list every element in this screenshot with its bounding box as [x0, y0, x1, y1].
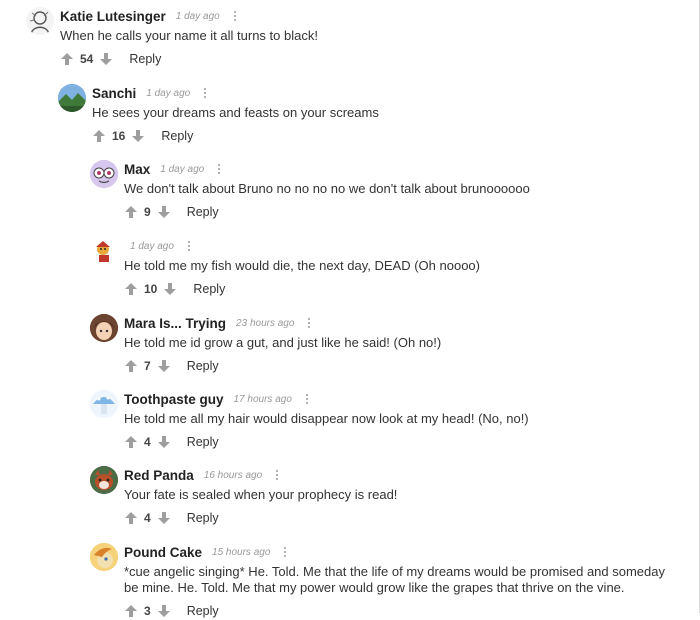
upvote-icon[interactable] [124, 205, 138, 219]
comment-text: He told me id grow a gut, and just like … [124, 335, 442, 350]
comment-author[interactable]: Sanchi [92, 86, 136, 101]
downvote-icon[interactable] [163, 282, 177, 296]
upvote-icon[interactable] [92, 129, 106, 143]
comment-author[interactable]: Toothpaste guy [124, 392, 224, 407]
comment-text: He told me all my hair would disappear n… [124, 411, 529, 426]
comment-body: 1 day ago He told me my fish would die, … [124, 237, 688, 298]
upvote-icon[interactable] [124, 511, 138, 525]
reply-button[interactable]: Reply [129, 52, 161, 66]
upvote-icon[interactable] [60, 52, 74, 66]
comment-author[interactable]: Mara Is... Trying [124, 316, 226, 331]
vote-count: 4 [144, 511, 151, 525]
upvote-icon[interactable] [124, 282, 138, 296]
comment-text: He told me my fish would die, the next d… [124, 258, 480, 273]
comment-time: 15 hours ago [212, 546, 271, 558]
upvote-icon[interactable] [124, 604, 138, 618]
comment-body: Toothpaste guy 17 hours ago He told me a… [124, 390, 688, 451]
comment-text: When he calls your name it all turns to … [60, 28, 318, 43]
more-options-icon[interactable] [214, 162, 224, 176]
comment-text: Your fate is sealed when your prophecy i… [124, 487, 398, 502]
vote-count: 4 [144, 435, 151, 449]
downvote-icon[interactable] [157, 511, 171, 525]
comment-author[interactable]: Katie Lutesinger [60, 9, 166, 24]
vote-count: 54 [80, 52, 94, 66]
vote-count: 3 [144, 604, 151, 618]
comment-author[interactable]: Max [124, 162, 150, 177]
cartoon-character-avatar[interactable] [90, 237, 118, 265]
comment-body: Pound Cake 15 hours ago *cue angelic sin… [124, 543, 688, 620]
comment-author[interactable]: Pound Cake [124, 545, 202, 560]
reply-button[interactable]: Reply [161, 129, 193, 143]
reply-button[interactable]: Reply [187, 205, 219, 219]
comment-text: We don't talk about Bruno no no no no we… [124, 181, 530, 196]
reply-button[interactable]: Reply [187, 435, 219, 449]
comment-time: 1 day ago [160, 163, 205, 175]
sketch-avatar[interactable] [26, 7, 54, 35]
reply-button[interactable]: Reply [187, 511, 219, 525]
more-options-icon[interactable] [200, 86, 210, 100]
vote-count: 7 [144, 359, 151, 373]
comment-body: Katie Lutesinger 1 day ago When he calls… [60, 7, 688, 68]
comment-text: *cue angelic singing* He. Told. Me that … [124, 564, 665, 595]
anime-avatar[interactable] [90, 314, 118, 342]
downvote-icon[interactable] [99, 52, 113, 66]
comment-time: 23 hours ago [236, 317, 295, 329]
upvote-icon[interactable] [124, 435, 138, 449]
comment-body: Mara Is... Trying 23 hours ago He told m… [124, 314, 688, 375]
pony-avatar[interactable] [90, 543, 118, 571]
cartoon-face-avatar[interactable] [90, 160, 118, 188]
landscape-avatar[interactable] [58, 84, 86, 112]
comment-author[interactable]: Red Panda [124, 468, 194, 483]
more-options-icon[interactable] [230, 9, 240, 23]
comment-time: 17 hours ago [233, 393, 292, 405]
comment-body: Sanchi 1 day ago He sees your dreams and… [92, 84, 688, 145]
more-options-icon[interactable] [304, 316, 314, 330]
reply-button[interactable]: Reply [187, 604, 219, 618]
more-options-icon[interactable] [272, 468, 282, 482]
comment-text: He sees your dreams and feasts on your s… [92, 105, 379, 120]
comment-time: 1 day ago [130, 240, 174, 252]
downvote-icon[interactable] [131, 129, 145, 143]
upvote-icon[interactable] [124, 359, 138, 373]
comment-time: 1 day ago [146, 87, 191, 99]
more-options-icon[interactable] [302, 392, 312, 406]
vote-count: 9 [144, 205, 151, 219]
comment-time: 1 day ago [175, 10, 220, 22]
comment-body: Red Panda 16 hours ago Your fate is seal… [124, 466, 688, 527]
downvote-icon[interactable] [157, 435, 171, 449]
red-panda-avatar[interactable] [90, 466, 118, 494]
downvote-icon[interactable] [157, 604, 171, 618]
downvote-icon[interactable] [157, 205, 171, 219]
more-options-icon[interactable] [184, 239, 194, 253]
reply-button[interactable]: Reply [193, 282, 225, 296]
comment-body: Max 1 day ago We don't talk about Bruno … [124, 160, 688, 221]
vote-count: 10 [144, 282, 158, 296]
comment-time: 16 hours ago [203, 469, 263, 481]
reply-button[interactable]: Reply [187, 359, 219, 373]
vote-count: 16 [112, 129, 126, 143]
downvote-icon[interactable] [157, 359, 171, 373]
mushroom-avatar[interactable] [90, 390, 118, 418]
more-options-icon[interactable] [280, 545, 290, 559]
